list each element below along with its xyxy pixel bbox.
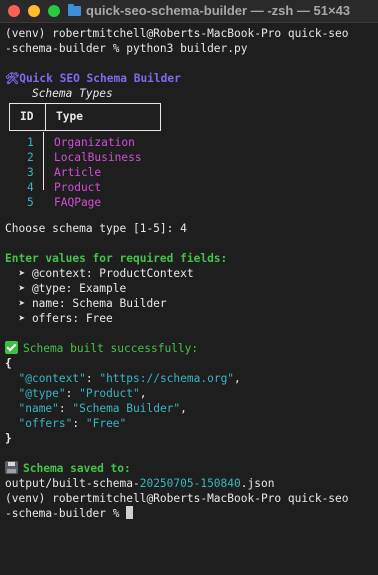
json-line: "@context": "https://schema.org", (18, 372, 241, 385)
table-body-divider (42, 132, 44, 190)
saved-message: Schema saved to: (5, 461, 378, 476)
window-title-text: quick-seo-schema-builder — -zsh — 51×43 (86, 3, 351, 18)
choose-prompt: Choose schema type [1-5]: 4 (5, 222, 187, 235)
schema-types-heading: Schema Types (31, 87, 113, 100)
floppy-disk-icon (5, 461, 18, 474)
command-line-2: -schema-builder % python3 builder.py (5, 42, 248, 55)
shell-prompt-line-1: (venv) robertmitchell@Roberts-MacBook-Pr… (5, 492, 349, 505)
json-line: "@type": "Product", (18, 387, 147, 400)
field-line: ➤ offers: Free (5, 312, 113, 325)
tools-icon: 🛠 (5, 72, 20, 85)
table-row-type: LocalBusiness (54, 151, 142, 164)
field-line: ➤ @type: Example (5, 282, 127, 295)
success-message: Schema built successfully: (5, 341, 378, 356)
json-line: "name": "Schema Builder", (18, 402, 187, 415)
saved-path: output/built-schema-20250705-150840.json (5, 477, 275, 490)
field-line: ➤ name: Schema Builder (5, 297, 167, 310)
table-header-box: ID Type (9, 103, 161, 131)
table-header-type: Type (56, 110, 83, 123)
minimize-window-button[interactable] (28, 5, 40, 17)
table-row-id: 1 (27, 136, 34, 149)
title-bar: quick-seo-schema-builder — -zsh — 51×43 (0, 0, 378, 23)
enter-values-heading: Enter values for required fields: (5, 252, 228, 265)
table-row-id: 3 (27, 166, 34, 179)
command-line-1: (venv) robertmitchell@Roberts-MacBook-Pr… (5, 27, 349, 40)
text-cursor (126, 506, 134, 519)
table-row-type: Product (54, 181, 102, 194)
table-row-id: 5 (27, 196, 34, 209)
check-icon (5, 341, 18, 354)
terminal-window: quick-seo-schema-builder — -zsh — 51×43 … (0, 0, 378, 575)
terminal-output[interactable]: (venv) robertmitchell@Roberts-MacBook-Pr… (5, 26, 378, 575)
json-close-brace: } (5, 432, 12, 445)
table-header-id: ID (20, 110, 34, 123)
maximize-window-button[interactable] (48, 5, 60, 17)
schema-types-table: ID Type 1 Organization 2 LocalBusiness 3… (5, 101, 378, 209)
table-row-type: FAQPage (54, 196, 102, 209)
folder-icon (68, 4, 81, 16)
close-window-button[interactable] (8, 5, 20, 17)
app-title-text: Quick SEO Schema Builder (19, 72, 181, 85)
table-row-id: 4 (27, 181, 34, 194)
app-title: 🛠Quick SEO Schema Builder (5, 71, 378, 86)
json-open-brace: { (5, 357, 12, 370)
table-row-type: Organization (54, 136, 135, 149)
shell-prompt-line-2: -schema-builder % (5, 506, 378, 521)
window-title: quick-seo-schema-builder — -zsh — 51×43 (68, 1, 350, 21)
field-line: ➤ @context: ProductContext (5, 267, 194, 280)
json-line: "offers": "Free" (18, 417, 127, 430)
table-row-id: 2 (27, 151, 34, 164)
table-row-type: Article (54, 166, 102, 179)
